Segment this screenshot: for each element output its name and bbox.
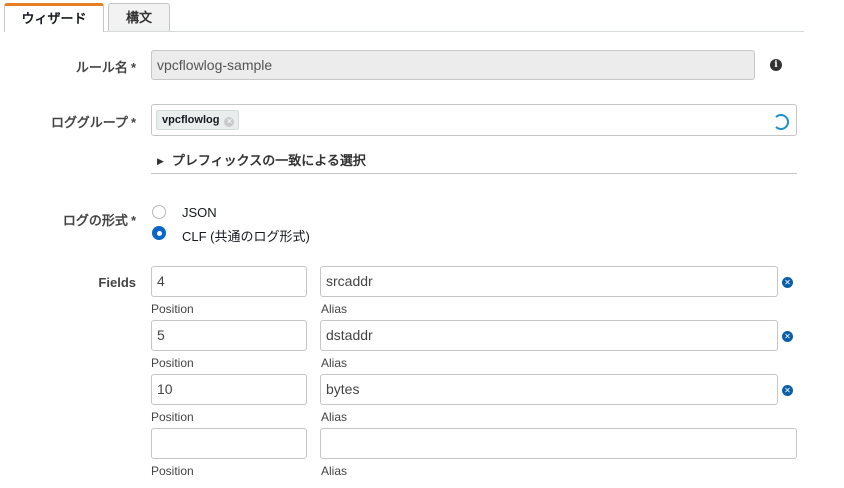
- alias-input-4[interactable]: [320, 428, 797, 459]
- alias-caption: Alias: [321, 302, 348, 316]
- log-group-input[interactable]: [151, 104, 797, 136]
- radio-clf-label[interactable]: CLF (共通のログ形式): [182, 226, 310, 245]
- log-format-label: ログの形式 *: [62, 213, 136, 228]
- fields-label: Fields: [98, 275, 136, 290]
- alias-input-3[interactable]: bytes: [320, 374, 778, 405]
- rule-name-input[interactable]: vpcflowlog-sample: [151, 50, 755, 80]
- tab-syntax[interactable]: 構文: [108, 3, 170, 31]
- info-icon[interactable]: i: [770, 59, 782, 71]
- tab-divider: [104, 31, 804, 32]
- caret-right-icon: ▶: [157, 156, 164, 166]
- prefix-match-toggle[interactable]: ▶ プレフィックスの一致による選択: [157, 150, 366, 169]
- alias-caption: Alias: [321, 410, 348, 424]
- position-caption: Position: [151, 464, 194, 478]
- position-caption: Position: [151, 410, 194, 424]
- position-input-4[interactable]: [151, 428, 307, 459]
- loading-spinner-icon: [773, 114, 789, 130]
- position-caption: Position: [151, 356, 194, 370]
- log-group-label: ロググループ *: [50, 115, 136, 130]
- alias-caption: Alias: [321, 356, 348, 370]
- position-input-2[interactable]: 5: [151, 320, 307, 351]
- position-input-1[interactable]: 4: [151, 266, 307, 297]
- radio-json-label[interactable]: JSON: [182, 205, 217, 220]
- token-remove-icon[interactable]: ✕: [224, 117, 235, 127]
- position-input-3[interactable]: 10: [151, 374, 307, 405]
- alias-input-1[interactable]: srcaddr: [320, 266, 778, 297]
- remove-field-icon[interactable]: ✕: [782, 385, 793, 396]
- remove-field-icon[interactable]: ✕: [782, 277, 793, 288]
- log-group-token: vpcflowlog ✕: [156, 110, 240, 130]
- radio-json[interactable]: [152, 205, 166, 219]
- alias-input-2[interactable]: dstaddr: [320, 320, 778, 351]
- tab-wizard[interactable]: ウィザード: [4, 3, 104, 32]
- remove-field-icon[interactable]: ✕: [782, 331, 793, 342]
- radio-clf[interactable]: [152, 226, 166, 240]
- section-divider: [151, 173, 797, 174]
- position-caption: Position: [151, 302, 194, 316]
- alias-caption: Alias: [321, 464, 348, 478]
- rule-name-label: ルール名 *: [75, 60, 136, 75]
